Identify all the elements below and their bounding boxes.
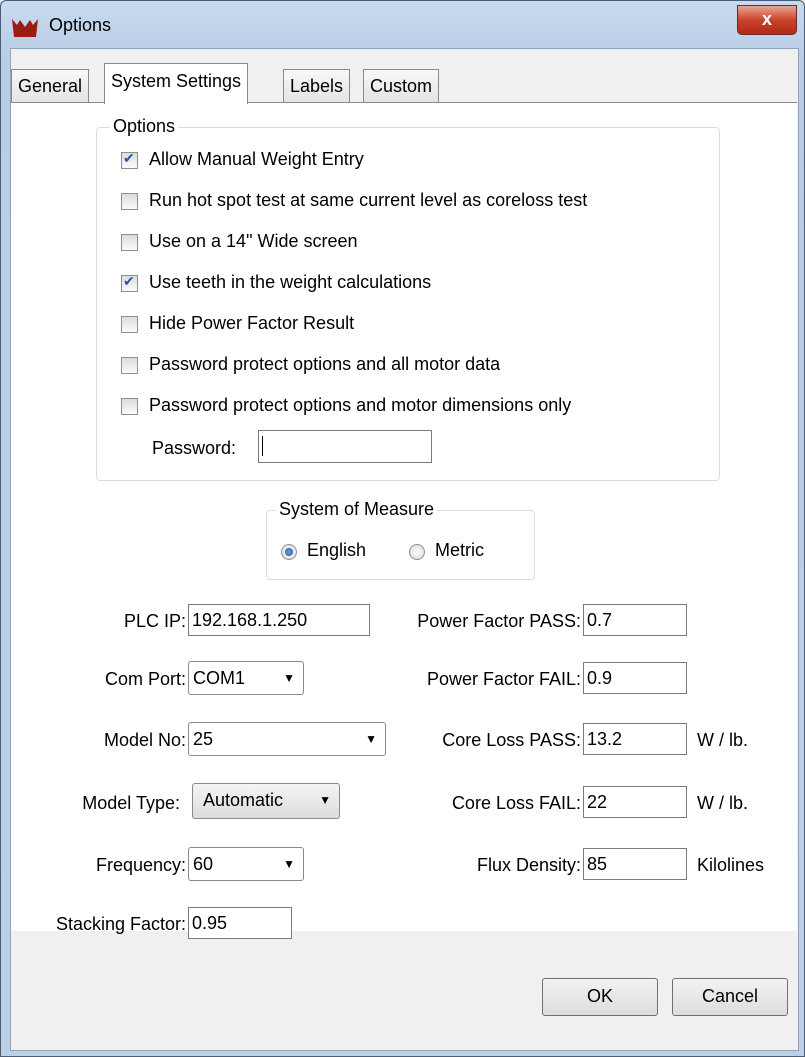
model-no-label: Model No: bbox=[103, 730, 186, 750]
power-factor-fail-field[interactable]: 0.9 bbox=[583, 662, 687, 694]
options-group-legend: Options bbox=[110, 116, 179, 137]
title-bar[interactable]: Options x bbox=[1, 1, 804, 49]
option-checkbox[interactable] bbox=[121, 316, 138, 333]
flux-density-label: Flux Density: bbox=[476, 855, 581, 875]
core-loss-fail-unit: W / lb. bbox=[697, 793, 749, 813]
option-checkbox[interactable] bbox=[121, 357, 138, 374]
chevron-down-icon: ▼ bbox=[283, 857, 295, 871]
cancel-button[interactable]: Cancel bbox=[672, 978, 788, 1016]
chevron-down-icon: ▼ bbox=[365, 732, 377, 746]
power-factor-pass-label: Power Factor PASS: bbox=[417, 611, 581, 631]
metric-radio[interactable] bbox=[409, 544, 425, 560]
tab-panel-system-settings: Options Password: System of Measure Engl… bbox=[11, 102, 797, 939]
power-factor-pass-field[interactable]: 0.7 bbox=[583, 604, 687, 636]
com-port-select[interactable]: COM1 ▼ bbox=[188, 661, 304, 695]
model-no-select[interactable]: 25 ▼ bbox=[188, 722, 386, 756]
option-checkbox-label[interactable]: Password protect options and motor dimen… bbox=[149, 395, 571, 416]
option-checkbox[interactable] bbox=[121, 193, 138, 210]
model-type-value: Automatic bbox=[203, 790, 284, 810]
english-radio[interactable] bbox=[281, 544, 297, 560]
option-checkbox-label[interactable]: Password protect options and all motor d… bbox=[149, 354, 500, 375]
option-checkbox[interactable] bbox=[121, 150, 138, 169]
option-checkbox[interactable] bbox=[121, 234, 138, 251]
stacking-factor-field[interactable]: 0.95 bbox=[188, 907, 292, 939]
tab-general[interactable]: General bbox=[11, 69, 90, 102]
options-group bbox=[96, 127, 720, 481]
power-factor-fail-label: Power Factor FAIL: bbox=[426, 669, 581, 689]
option-checkbox-label[interactable]: Allow Manual Weight Entry bbox=[149, 149, 364, 170]
close-button[interactable]: x bbox=[737, 5, 797, 35]
flux-density-field[interactable]: 85 bbox=[583, 848, 687, 880]
core-loss-fail-field[interactable]: 22 bbox=[583, 786, 687, 818]
model-type-select[interactable]: Automatic ▼ bbox=[192, 783, 340, 819]
dialog-body: General System Settings Labels Custom Op… bbox=[10, 48, 799, 1051]
tab-labels[interactable]: Labels bbox=[283, 69, 351, 102]
chevron-down-icon: ▼ bbox=[283, 671, 295, 685]
option-checkbox-label[interactable]: Use on a 14" Wide screen bbox=[149, 231, 358, 252]
plc-ip-field[interactable]: 192.168.1.250 bbox=[188, 604, 370, 636]
metric-radio-label[interactable]: Metric bbox=[435, 540, 484, 561]
model-no-value: 25 bbox=[193, 729, 214, 749]
core-loss-pass-label: Core Loss PASS: bbox=[442, 730, 581, 750]
com-port-label: Com Port: bbox=[104, 669, 186, 689]
text-caret bbox=[262, 436, 263, 456]
ok-button[interactable]: OK bbox=[542, 978, 658, 1016]
option-checkbox[interactable] bbox=[121, 398, 138, 415]
system-of-measure-legend: System of Measure bbox=[276, 499, 438, 520]
plc-ip-label: PLC IP: bbox=[123, 611, 186, 631]
frequency-value: 60 bbox=[193, 854, 214, 874]
password-label: Password: bbox=[152, 438, 237, 458]
core-loss-fail-label: Core Loss FAIL: bbox=[451, 793, 581, 813]
com-port-value: COM1 bbox=[193, 668, 246, 688]
option-checkbox-label[interactable]: Run hot spot test at same current level … bbox=[149, 190, 587, 211]
core-loss-pass-field[interactable]: 13.2 bbox=[583, 723, 687, 755]
english-radio-label[interactable]: English bbox=[307, 540, 366, 561]
window-title: Options bbox=[49, 15, 112, 35]
chevron-down-icon: ▼ bbox=[319, 793, 331, 807]
option-checkbox-label[interactable]: Use teeth in the weight calculations bbox=[149, 272, 431, 293]
frequency-label: Frequency: bbox=[95, 855, 186, 875]
app-logo-icon bbox=[12, 19, 38, 37]
tab-custom[interactable]: Custom bbox=[363, 69, 440, 102]
option-checkbox[interactable] bbox=[121, 273, 138, 292]
frequency-select[interactable]: 60 ▼ bbox=[188, 847, 304, 881]
options-window: Options x General System Settings Labels… bbox=[0, 0, 805, 1057]
flux-density-unit: Kilolines bbox=[697, 855, 765, 875]
password-field[interactable] bbox=[258, 430, 432, 463]
stacking-factor-label: Stacking Factor: bbox=[55, 914, 186, 934]
model-type-label: Model Type: bbox=[82, 793, 180, 813]
option-checkbox-label[interactable]: Hide Power Factor Result bbox=[149, 313, 354, 334]
core-loss-pass-unit: W / lb. bbox=[697, 730, 749, 750]
tab-system-settings[interactable]: System Settings bbox=[104, 63, 249, 104]
